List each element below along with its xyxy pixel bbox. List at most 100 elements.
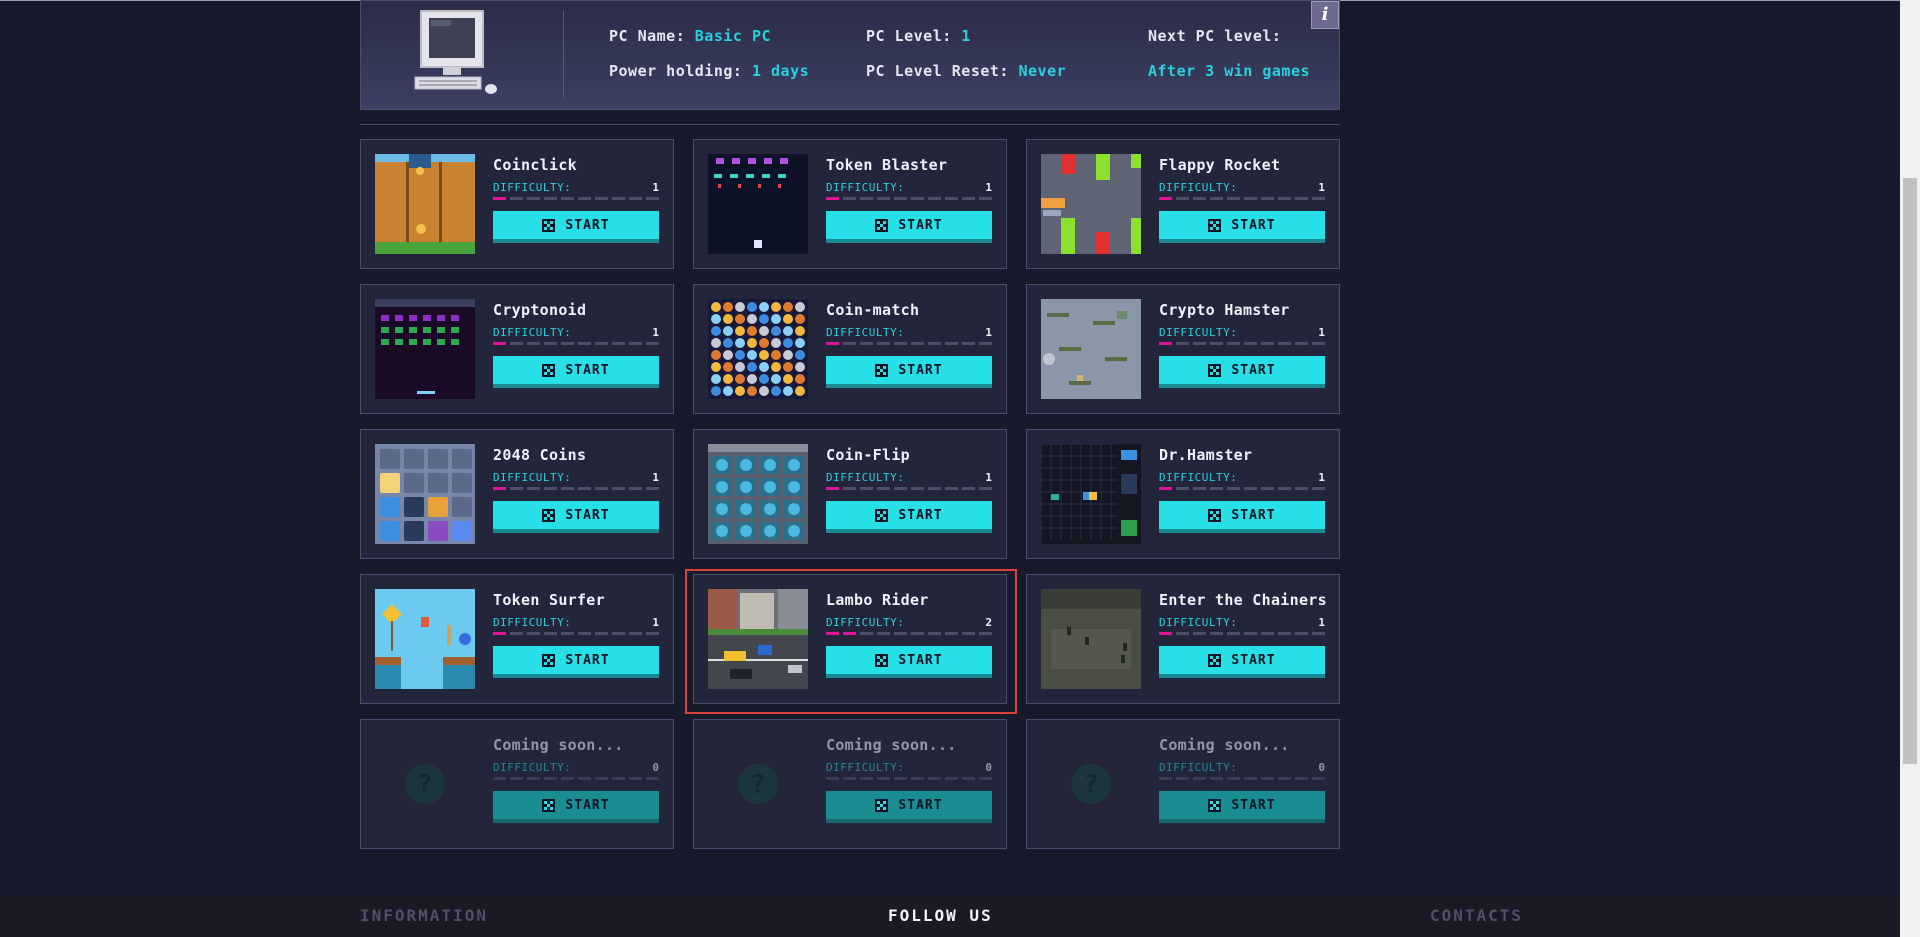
- svg-text:?: ?: [417, 770, 433, 800]
- start-button[interactable]: START: [826, 356, 992, 388]
- page-scrollbar[interactable]: [1900, 0, 1920, 937]
- difficulty-value: 1: [1318, 471, 1325, 484]
- info-button[interactable]: i: [1311, 1, 1339, 29]
- game-card: Token Surfer DIFFICULTY: 1 START: [360, 574, 674, 704]
- game-thumbnail[interactable]: ?: [1041, 734, 1141, 834]
- pc-level-reset-label: PC Level Reset:: [866, 62, 1009, 80]
- difficulty-label: DIFFICULTY:: [826, 471, 905, 484]
- power-holding-value: 1 days: [751, 62, 810, 80]
- difficulty-label: DIFFICULTY:: [493, 616, 572, 629]
- game-title: Dr.Hamster: [1159, 446, 1253, 464]
- difficulty-segment: [1244, 487, 1257, 490]
- difficulty-segment: [646, 342, 659, 345]
- game-thumbnail[interactable]: [1041, 444, 1141, 544]
- start-button[interactable]: START: [493, 646, 659, 678]
- start-button[interactable]: START: [1159, 211, 1325, 243]
- game-thumbnail[interactable]: [375, 444, 475, 544]
- start-button[interactable]: START: [493, 356, 659, 388]
- difficulty-segment: [493, 777, 506, 780]
- difficulty-segment: [493, 487, 506, 490]
- difficulty-segment: [1295, 777, 1308, 780]
- game-thumbnail[interactable]: [375, 589, 475, 689]
- difficulty-segment: [1278, 632, 1291, 635]
- game-thumbnail[interactable]: [708, 299, 808, 399]
- start-button[interactable]: START: [826, 791, 992, 823]
- difficulty-segment: [595, 342, 608, 345]
- difficulty-meter: [1159, 197, 1325, 200]
- difficulty-segment: [877, 777, 890, 780]
- start-button-label: START: [565, 652, 610, 668]
- game-title: Token Surfer: [493, 591, 605, 609]
- difficulty-segment: [1159, 342, 1172, 345]
- start-button[interactable]: START: [1159, 356, 1325, 388]
- difficulty-meter: [826, 197, 992, 200]
- difficulty-segment: [1159, 777, 1172, 780]
- pc-panel-divider: [563, 11, 564, 99]
- game-title: Token Blaster: [826, 156, 948, 174]
- difficulty-label: DIFFICULTY:: [1159, 326, 1238, 339]
- difficulty-segment: [979, 777, 992, 780]
- game-title: Enter the Chainers: [1159, 591, 1327, 609]
- start-button[interactable]: START: [493, 791, 659, 823]
- difficulty-segment: [1295, 487, 1308, 490]
- start-button[interactable]: START: [1159, 646, 1325, 678]
- difficulty-segment: [1261, 777, 1274, 780]
- game-thumbnail[interactable]: [708, 154, 808, 254]
- difficulty-segment: [1244, 777, 1257, 780]
- difficulty-segment: [962, 777, 975, 780]
- game-card: Coinclick DIFFICULTY: 1 START: [360, 139, 674, 269]
- start-button[interactable]: START: [1159, 791, 1325, 823]
- difficulty-segment: [1210, 777, 1223, 780]
- difficulty-segment: [928, 777, 941, 780]
- game-thumbnail[interactable]: ?: [708, 734, 808, 834]
- difficulty-segment: [1227, 632, 1240, 635]
- difficulty-segment: [561, 632, 574, 635]
- start-button[interactable]: START: [493, 501, 659, 533]
- difficulty-segment: [544, 777, 557, 780]
- difficulty-segment: [527, 487, 540, 490]
- start-button-label: START: [565, 507, 610, 523]
- game-card: Flappy Rocket DIFFICULTY: 1 START: [1026, 139, 1340, 269]
- difficulty-meter: [493, 197, 659, 200]
- difficulty-segment: [578, 342, 591, 345]
- difficulty-segment: [928, 487, 941, 490]
- game-thumbnail[interactable]: ?: [375, 734, 475, 834]
- start-button[interactable]: START: [826, 211, 992, 243]
- start-button[interactable]: START: [1159, 501, 1325, 533]
- selection-highlight: [685, 569, 1017, 714]
- svg-text:?: ?: [750, 770, 766, 800]
- game-thumbnail[interactable]: [1041, 154, 1141, 254]
- difficulty-segment: [595, 197, 608, 200]
- difficulty-segment: [510, 342, 523, 345]
- checkered-flag-icon: [875, 508, 889, 522]
- difficulty-segment: [1295, 632, 1308, 635]
- game-thumbnail[interactable]: [375, 299, 475, 399]
- game-title: Crypto Hamster: [1159, 301, 1290, 319]
- checkered-flag-icon: [1208, 363, 1222, 377]
- difficulty-segment: [646, 487, 659, 490]
- next-pc-level-value: After 3 win games: [1148, 62, 1311, 80]
- footer-contacts-link[interactable]: CONTACTS: [1430, 906, 1523, 925]
- checkered-flag-icon: [875, 798, 889, 812]
- difficulty-label: DIFFICULTY:: [826, 326, 905, 339]
- difficulty-segment: [1210, 197, 1223, 200]
- difficulty-segment: [646, 777, 659, 780]
- checkered-flag-icon: [542, 218, 556, 232]
- difficulty-segment: [595, 777, 608, 780]
- game-thumbnail[interactable]: [708, 444, 808, 544]
- game-card: 2048 Coins DIFFICULTY: 1 START: [360, 429, 674, 559]
- start-button[interactable]: START: [826, 501, 992, 533]
- start-button[interactable]: START: [493, 211, 659, 243]
- game-thumbnail[interactable]: [1041, 299, 1141, 399]
- difficulty-segment: [527, 777, 540, 780]
- footer-information-link[interactable]: INFORMATION: [360, 906, 488, 925]
- scrollbar-thumb[interactable]: [1903, 178, 1917, 764]
- difficulty-segment: [561, 342, 574, 345]
- difficulty-segment: [646, 632, 659, 635]
- difficulty-segment: [911, 342, 924, 345]
- difficulty-label: DIFFICULTY:: [493, 326, 572, 339]
- difficulty-segment: [860, 487, 873, 490]
- game-thumbnail[interactable]: [375, 154, 475, 254]
- game-thumbnail[interactable]: [1041, 589, 1141, 689]
- pc-level-value: 1: [961, 27, 971, 45]
